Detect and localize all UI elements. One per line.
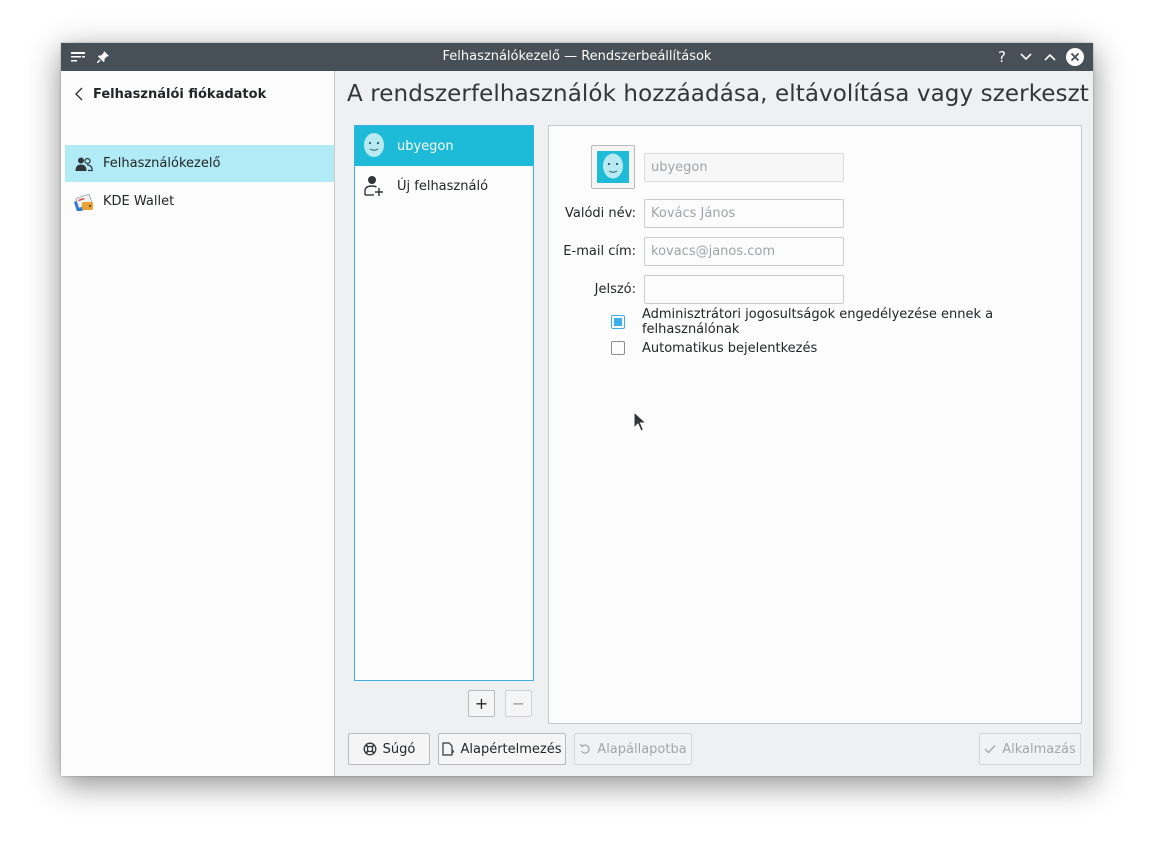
titlebar: Felhasználókezelő — Rendszerbeállítások … <box>61 43 1093 71</box>
password-label: Jelszó: <box>594 282 636 297</box>
sidebar-item-user-manager[interactable]: Felhasználókezelő <box>65 145 334 182</box>
help-button-label: Súgó <box>382 741 416 757</box>
email-field[interactable] <box>644 237 844 266</box>
reset-button[interactable]: Alapállapotba <box>574 733 692 765</box>
sidebar-item-label: KDE Wallet <box>103 194 175 209</box>
chevron-left-icon <box>75 87 89 101</box>
reset-button-label: Alapállapotba <box>597 741 687 757</box>
remove-user-button[interactable]: − <box>505 690 532 717</box>
page-title: A rendszerfelhasználók hozzáadása, eltáv… <box>347 81 1089 107</box>
autologin-checkbox-row[interactable]: Automatikus bejelentkezés <box>611 338 817 358</box>
real-name-field[interactable] <box>644 199 844 228</box>
user-avatar-icon <box>361 131 387 161</box>
password-field[interactable] <box>644 275 844 304</box>
checkmark-icon <box>984 744 996 754</box>
autologin-checkbox-label: Automatikus bejelentkezés <box>642 340 818 356</box>
list-item-label: ubyegon <box>397 138 454 154</box>
defaults-button[interactable]: Alapértelmezés <box>438 733 566 765</box>
autologin-checkbox[interactable] <box>611 341 625 355</box>
apply-button-label: Alkalmazás <box>1002 741 1076 757</box>
add-user-button[interactable]: + <box>468 690 495 717</box>
user-list-item-ubyegon[interactable]: ubyegon <box>355 126 533 166</box>
user-avatar-icon <box>597 151 629 183</box>
kde-wallet-icon <box>74 192 94 212</box>
apply-button[interactable]: Alkalmazás <box>979 733 1081 765</box>
change-avatar-button[interactable] <box>591 145 635 189</box>
admin-checkbox-label: Adminisztrátori jogosultságok engedélyez… <box>641 307 994 337</box>
users-icon <box>74 154 94 174</box>
add-user-icon <box>361 171 387 201</box>
back-label: Felhasználói fiókadatok <box>93 86 267 102</box>
admin-checkbox[interactable] <box>611 315 625 329</box>
list-item-label: Új felhasználó <box>397 178 489 194</box>
sidebar-item-label: Felhasználókezelő <box>103 156 221 171</box>
sidebar-item-kde-wallet[interactable]: KDE Wallet <box>65 183 334 220</box>
help-button[interactable]: Súgó <box>348 733 430 765</box>
document-revert-icon <box>442 742 455 756</box>
mouse-cursor-icon <box>633 410 648 437</box>
real-name-label: Valódi név: <box>564 206 636 221</box>
help-icon[interactable]: ? <box>993 43 1011 71</box>
minimize-icon[interactable] <box>1017 43 1035 71</box>
settings-window: Felhasználókezelő — Rendszerbeállítások … <box>61 43 1093 776</box>
back-button[interactable]: Felhasználói fiókadatok <box>61 71 334 117</box>
username-field[interactable] <box>644 153 844 182</box>
defaults-button-label: Alapértelmezés <box>460 741 562 757</box>
window-title: Felhasználókezelő — Rendszerbeállítások <box>442 49 712 64</box>
email-label: E-mail cím: <box>563 244 636 259</box>
maximize-icon[interactable] <box>1041 43 1059 71</box>
lifebuoy-icon <box>363 742 377 756</box>
admin-checkbox-row[interactable]: Adminisztrátori jogosultságok engedélyez… <box>611 307 1093 337</box>
close-icon[interactable] <box>1065 43 1085 71</box>
undo-icon <box>579 743 591 755</box>
sidebar: Felhasználói fiókadatok Felhasználókezel… <box>61 71 335 776</box>
